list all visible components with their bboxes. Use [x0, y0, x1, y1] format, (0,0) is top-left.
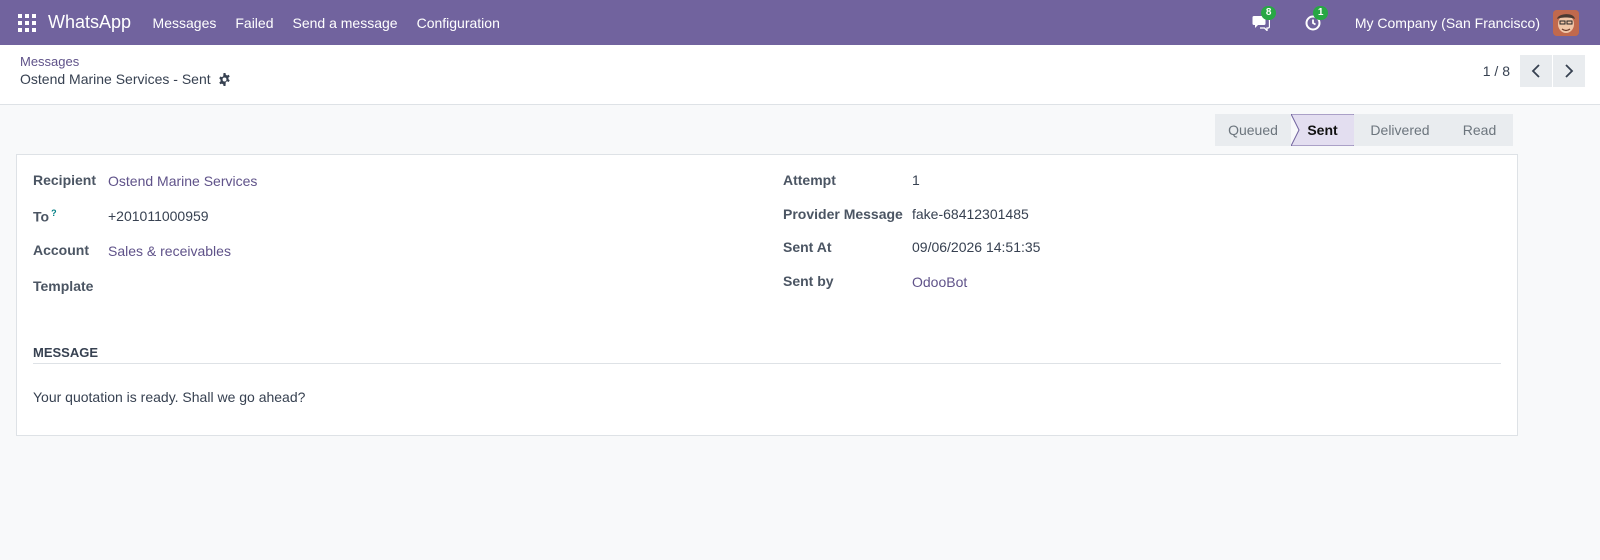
message-section-title: MESSAGE [33, 345, 99, 360]
control-panel: Messages Ostend Marine Services - Sent 1… [0, 45, 1600, 105]
breadcrumb-parent[interactable]: Messages [20, 54, 79, 69]
message-body: Your quotation is ready. Shall we go ahe… [33, 389, 306, 405]
record-pager: 1 / 8 [1483, 55, 1585, 87]
apps-menu-icon[interactable] [18, 13, 36, 32]
company-switcher[interactable]: My Company (San Francisco) [1355, 15, 1540, 31]
account-value[interactable]: Sales & receivables [108, 243, 231, 259]
recipient-label: Recipient [33, 172, 97, 188]
status-bar: Queued Sent Delivered Read [1215, 114, 1513, 146]
systray: 8 1 My Company (San Francisco) [1251, 0, 1600, 45]
form-sheet: Recipient Ostend Marine Services To? +20… [16, 154, 1518, 436]
attempt-value: 1 [912, 172, 920, 188]
user-avatar[interactable] [1553, 9, 1579, 36]
menu-send-message[interactable]: Send a message [283, 0, 407, 45]
sent-by-label: Sent by [783, 273, 834, 289]
messaging-icon[interactable]: 8 [1251, 5, 1277, 33]
menu-failed[interactable]: Failed [226, 0, 283, 45]
pager-value[interactable]: 1 / 8 [1483, 63, 1510, 79]
stage-delivered[interactable]: Delivered [1354, 114, 1446, 146]
provider-message-label: Provider Message [783, 206, 903, 222]
stage-queued[interactable]: Queued [1215, 114, 1291, 146]
breadcrumb-current: Ostend Marine Services - Sent [20, 71, 231, 87]
to-label: To? [33, 208, 57, 225]
menu-configuration[interactable]: Configuration [407, 0, 509, 45]
template-label: Template [33, 278, 94, 294]
attempt-label: Attempt [783, 172, 836, 188]
messages-badge: 8 [1260, 5, 1277, 20]
menu-messages[interactable]: Messages [143, 0, 226, 45]
gear-icon[interactable] [218, 72, 231, 86]
sent-at-value: 09/06/2026 14:51:35 [912, 239, 1041, 255]
section-divider [33, 363, 1501, 364]
pager-previous-button[interactable] [1520, 55, 1552, 87]
top-navbar: WhatsApp Messages Failed Send a message … [0, 0, 1600, 45]
chevron-left-icon [1531, 64, 1540, 78]
activity-clock-icon[interactable]: 1 [1303, 5, 1329, 33]
recipient-value[interactable]: Ostend Marine Services [108, 173, 257, 189]
stage-read[interactable]: Read [1446, 114, 1513, 146]
app-name[interactable]: WhatsApp [48, 12, 131, 33]
record-title: Ostend Marine Services - Sent [20, 71, 211, 87]
to-help-icon[interactable]: ? [51, 208, 57, 218]
activity-badge: 1 [1312, 5, 1329, 20]
stage-sent[interactable]: Sent [1291, 114, 1354, 146]
to-value[interactable]: +201011000959 [108, 208, 209, 224]
to-label-text: To [33, 208, 50, 225]
provider-message-value: fake-68412301485 [912, 206, 1029, 222]
main-menu: Messages Failed Send a message Configura… [143, 0, 509, 45]
pager-next-button[interactable] [1553, 55, 1585, 87]
sent-by-value[interactable]: OdooBot [912, 274, 967, 290]
account-label: Account [33, 242, 89, 258]
sent-at-label: Sent At [783, 239, 832, 255]
chevron-right-icon [1565, 64, 1574, 78]
